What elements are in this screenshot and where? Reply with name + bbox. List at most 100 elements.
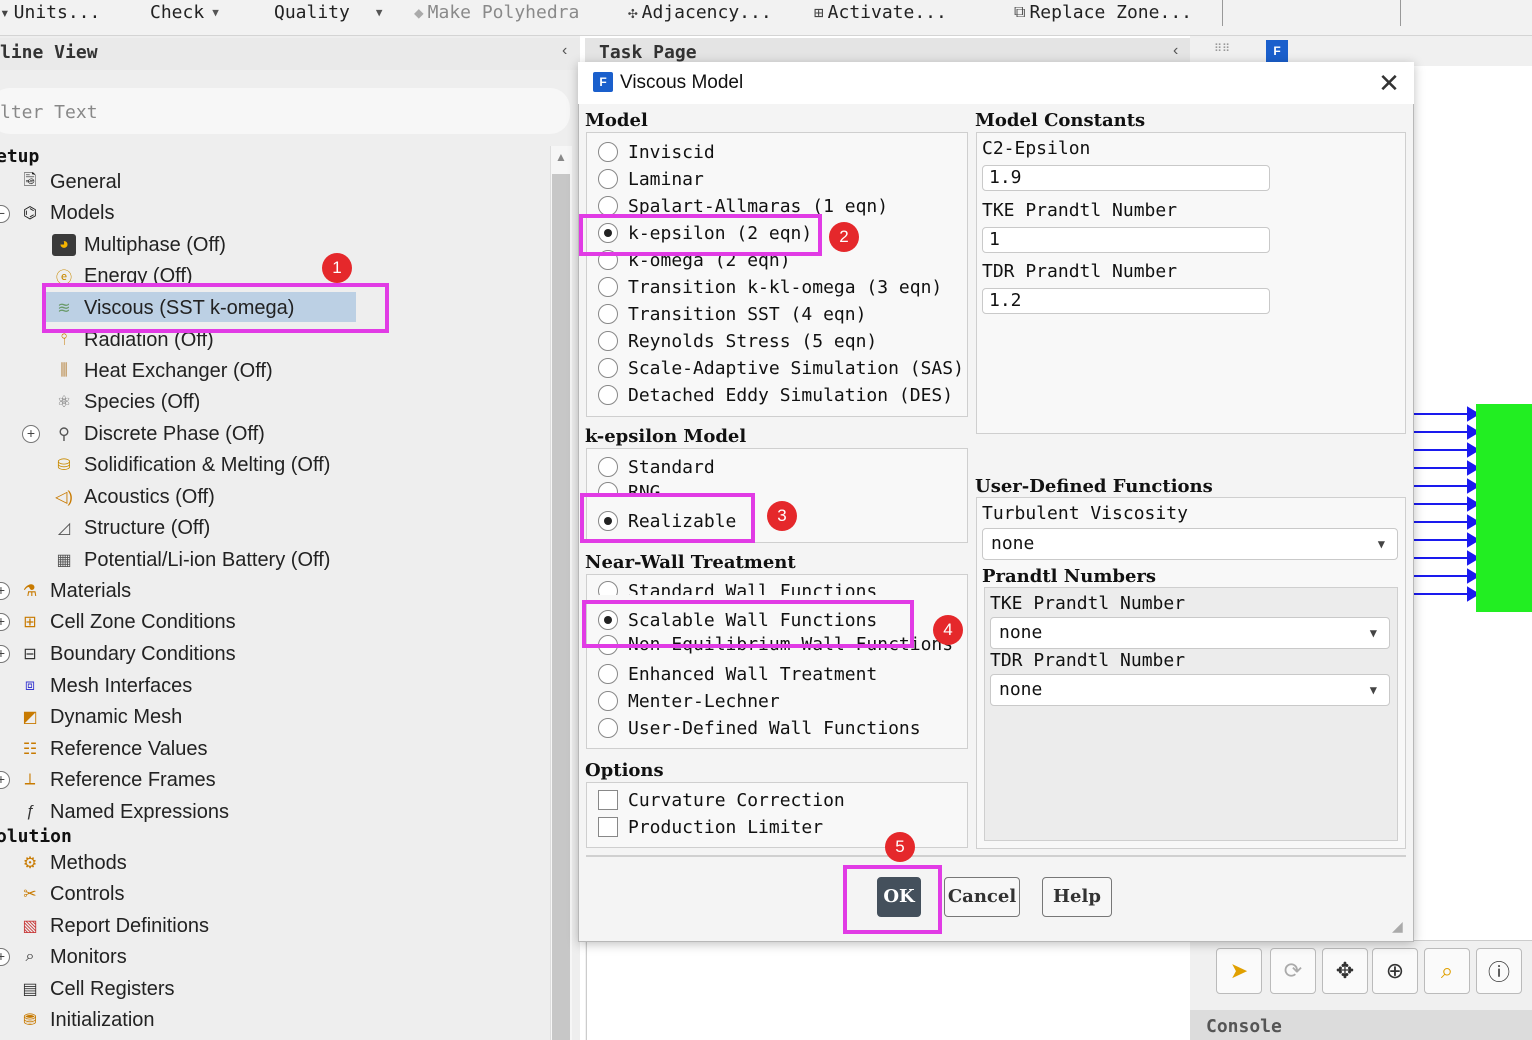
velocity-vectors (1412, 406, 1480, 602)
tree-item-multiphase[interactable]: ◕ Multiphase (Off) (52, 231, 226, 259)
radio-user-defined-wall-functions[interactable]: User-Defined Wall Functions (598, 716, 921, 740)
replace-zone-button[interactable]: ⧉ Replace Zone... (1014, 0, 1192, 24)
tree-item-named-expressions[interactable]: ƒ Named Expressions (18, 798, 229, 826)
near-wall-treatment-group-title: Near-Wall Treatment (585, 552, 796, 573)
tree-item-heat-exchanger[interactable]: ⫼ Heat Exchanger (Off) (52, 357, 272, 385)
collapse-chevron-icon[interactable]: ‹ (562, 42, 567, 60)
resize-grip-icon[interactable]: ◢ (1392, 918, 1410, 936)
radio-des[interactable]: Detached Eddy Simulation (DES) (598, 383, 953, 407)
chevron-down-icon: ▼ (1369, 683, 1377, 697)
pointer-tool-icon[interactable]: ➤ (1216, 948, 1262, 994)
tree-item-initialization[interactable]: ⛃ Initialization (18, 1006, 154, 1034)
tdr-prandtl-field[interactable]: 1.2 (982, 288, 1270, 314)
radio-reynolds-stress[interactable]: Reynolds Stress (5 eqn) (598, 329, 877, 353)
collapse-chevron-icon[interactable]: ‹ (1173, 42, 1178, 60)
annotation-badge-4: 4 (933, 615, 963, 645)
udf-group-title: User-Defined Functions (975, 476, 1213, 497)
tree-item-methods[interactable]: ⚙ Methods (18, 849, 127, 877)
tree-item-reference-values[interactable]: ☷ Reference Values (18, 735, 208, 763)
checkbox-production-limiter[interactable]: Production Limiter (598, 815, 823, 839)
tree-item-general[interactable]: 🗟 General (18, 168, 122, 196)
tree-item-cell-registers[interactable]: ▤ Cell Registers (18, 975, 174, 1003)
radio-transition-k-kl-omega[interactable]: Transition k-kl-omega (3 eqn) (598, 275, 942, 299)
boundary-icon: ⊟ (23, 646, 37, 663)
rotate-icon[interactable]: ⟳ (1270, 948, 1316, 994)
udf-tke-prandtl-dropdown[interactable]: none ▼ (990, 617, 1390, 649)
close-icon[interactable]: ✕ (1374, 68, 1404, 98)
drag-handle-icon[interactable]: ⠿⠿ (1214, 42, 1230, 55)
activate-button[interactable]: ⊞ Activate... (814, 0, 947, 24)
tree-item-structure[interactable]: ◿ Structure (Off) (52, 514, 210, 542)
tree-item-controls[interactable]: ✂ Controls (18, 880, 124, 908)
pan-icon[interactable]: ✥ (1322, 948, 1368, 994)
quality-button[interactable]: Quality ▼ (274, 0, 382, 24)
tree-item-monitors[interactable]: ⌕ Monitors (18, 943, 127, 971)
tree-item-materials[interactable]: ⚗ Materials (18, 577, 131, 605)
reference-values-icon: ☷ (22, 741, 38, 758)
options-group-title: Options (585, 760, 664, 781)
model-group-title: Model (585, 110, 648, 131)
annotation-box-3 (580, 493, 755, 543)
radio-laminar[interactable]: Laminar (598, 167, 704, 191)
c2-epsilon-field[interactable]: 1.9 (982, 165, 1270, 191)
tree-item-reference-frames[interactable]: ⟂ Reference Frames (18, 766, 216, 794)
report-definitions-icon: ▧ (22, 918, 38, 935)
adjacency-button[interactable]: ✣ Adjacency... (628, 0, 772, 24)
tree-item-discrete-phase[interactable]: ⚲ Discrete Phase (Off) (52, 420, 265, 448)
acoustics-icon: ◁) (55, 489, 73, 506)
radio-enhanced-wall-treatment[interactable]: Enhanced Wall Treatment (598, 662, 877, 686)
tree-item-report-definitions[interactable]: ▧ Report Definitions (18, 912, 209, 940)
annotation-badge-2: 2 (829, 222, 859, 252)
radio-menter-lechner[interactable]: Menter-Lechner (598, 689, 780, 713)
turbulent-viscosity-dropdown[interactable]: none ▼ (982, 528, 1398, 560)
methods-icon: ⚙ (22, 855, 38, 872)
check-button[interactable]: Check ▼ (150, 0, 219, 24)
task-page-content (586, 942, 1190, 1040)
tree-item-acoustics[interactable]: ◁) Acoustics (Off) (52, 483, 215, 511)
grid-icon: ⊞ (814, 2, 824, 22)
tke-prandtl-field[interactable]: 1 (982, 227, 1270, 253)
expand-discrete-phase-icon[interactable]: + (22, 425, 40, 443)
initialization-icon: ⛃ (23, 1012, 37, 1029)
annotation-box-4 (582, 600, 914, 648)
structure-icon: ◿ (57, 520, 71, 537)
toolbar-divider (1222, 0, 1223, 26)
udf-tdr-prandtl-dropdown[interactable]: none ▼ (990, 674, 1390, 706)
tree-item-dynamic-mesh[interactable]: ◩ Dynamic Mesh (18, 703, 182, 731)
radio-inviscid[interactable]: Inviscid (598, 140, 715, 164)
tree-item-solidification[interactable]: ⛁ Solidification & Melting (Off) (52, 451, 330, 479)
dialog-title: Viscous Model (620, 72, 744, 93)
tree-item-battery[interactable]: ▦ Potential/Li-ion Battery (Off) (52, 546, 330, 574)
solidification-icon: ⛁ (57, 457, 71, 474)
outline-scrollbar-thumb[interactable] (552, 174, 570, 1040)
fluent-app-icon: F (593, 72, 613, 92)
scroll-up-arrow-icon[interactable]: ▲ (553, 150, 569, 166)
tree-item-models[interactable]: ⌬ Models (18, 199, 114, 227)
make-polyhedra-button[interactable]: ◆ Make Polyhedra (414, 0, 579, 24)
tree-item-species[interactable]: ⚛ Species (Off) (52, 388, 201, 416)
radio-sas[interactable]: Scale-Adaptive Simulation (SAS) (598, 356, 964, 380)
zoom-box-icon[interactable]: ⊕ (1372, 948, 1418, 994)
discrete-phase-icon: ⚲ (58, 426, 70, 443)
fluent-tab-icon[interactable]: F (1266, 40, 1288, 62)
info-icon[interactable]: ⓘ (1476, 948, 1522, 994)
checkbox-curvature-correction[interactable]: Curvature Correction (598, 788, 845, 812)
cancel-button[interactable]: Cancel (944, 877, 1020, 917)
chevron-down-icon: ▼ (1377, 537, 1385, 551)
battery-icon: ▦ (56, 552, 72, 569)
help-button[interactable]: Help (1042, 877, 1112, 917)
dialog-button-separator (586, 855, 1406, 857)
zoom-icon[interactable]: ⌕ (1424, 948, 1470, 994)
radio-standard-wall-functions[interactable]: Standard Wall Functions (598, 581, 877, 595)
prandtl-numbers-title: Prandtl Numbers (982, 566, 1157, 587)
tdr-prandtl-label: TDR Prandtl Number (982, 261, 1178, 282)
radio-standard[interactable]: Standard (598, 455, 715, 479)
units-button[interactable]: ▾ Units... (0, 0, 100, 24)
console-title: Console (1206, 1016, 1282, 1037)
tree-item-boundary-conditions[interactable]: ⊟ Boundary Conditions (18, 640, 235, 668)
c2-epsilon-label: C2-Epsilon (982, 138, 1091, 159)
mesh-region (1476, 404, 1532, 612)
radio-transition-sst[interactable]: Transition SST (4 eqn) (598, 302, 866, 326)
tree-item-cell-zone-conditions[interactable]: ⊞ Cell Zone Conditions (18, 608, 235, 636)
tree-item-mesh-interfaces[interactable]: ⧈ Mesh Interfaces (18, 672, 192, 700)
